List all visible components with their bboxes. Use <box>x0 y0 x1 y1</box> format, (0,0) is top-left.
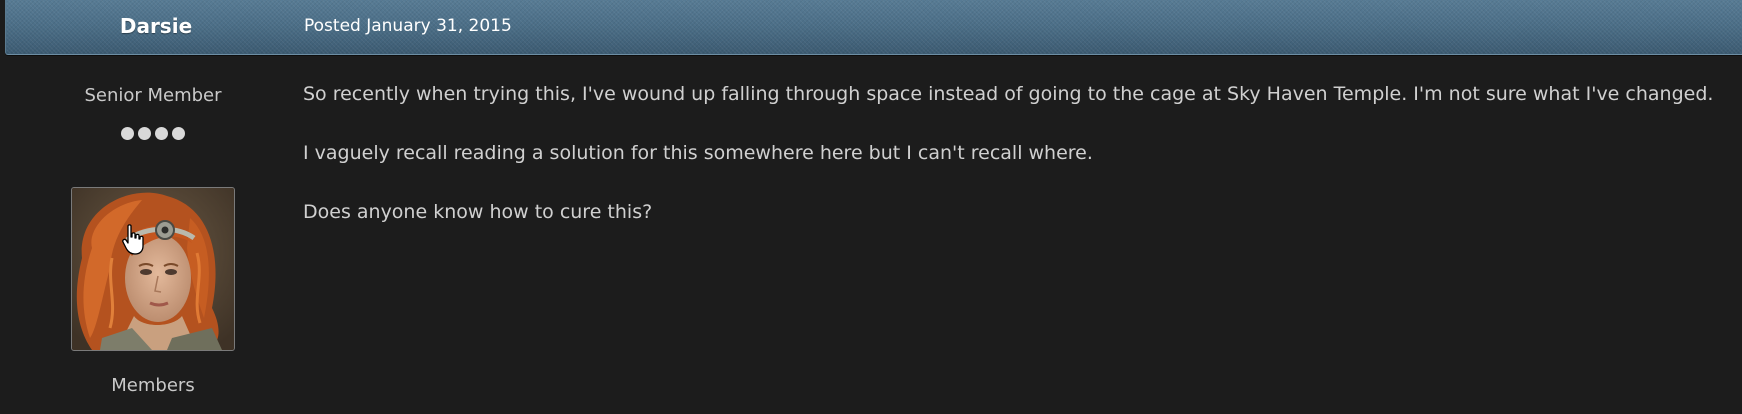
rank-pips <box>0 127 306 140</box>
rank-pip-icon <box>121 127 134 140</box>
author-avatar[interactable] <box>71 187 235 351</box>
post-date[interactable]: Posted January 31, 2015 <box>304 0 512 52</box>
author-group: Members <box>111 375 195 396</box>
author-name-link[interactable]: Darsie <box>6 0 306 52</box>
post-header-bar: Darsie Posted January 31, 2015 <box>5 0 1742 55</box>
author-member-title: Senior Member <box>84 85 222 106</box>
post-paragraph: I vaguely recall reading a solution for … <box>303 142 1093 164</box>
hand-pointer-icon <box>122 224 144 255</box>
avatar-portrait-image <box>72 188 234 350</box>
rank-pip-icon <box>155 127 168 140</box>
rank-pip-icon <box>172 127 185 140</box>
author-info-panel: Senior Member Members <box>0 55 306 414</box>
post-paragraph: Does anyone know how to cure this? <box>303 201 653 223</box>
post-paragraph: So recently when trying this, I've wound… <box>303 83 1714 105</box>
rank-pip-icon <box>138 127 151 140</box>
post-content: So recently when trying this, I've wound… <box>303 80 1723 257</box>
